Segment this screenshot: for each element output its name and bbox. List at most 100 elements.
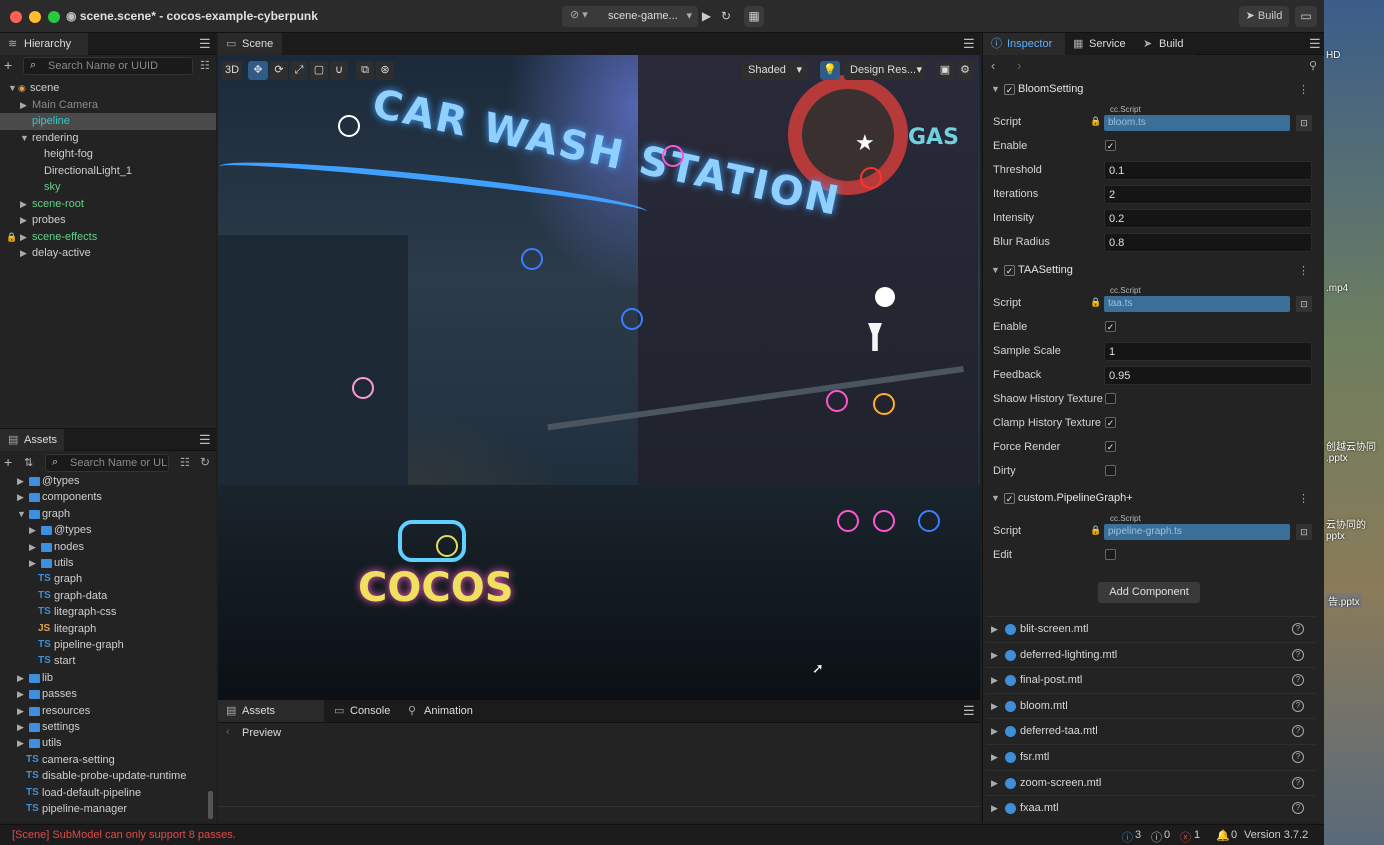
close-window-button[interactable] xyxy=(10,11,22,23)
hamburger-menu-icon[interactable]: ☰ xyxy=(199,36,211,52)
asset-item[interactable]: TS start xyxy=(0,653,216,670)
more-vertical-icon[interactable]: ⋮ xyxy=(1298,264,1309,277)
chevron-right-icon[interactable]: ▶ xyxy=(991,726,998,737)
taa-enabled-checkbox[interactable]: ✓ xyxy=(1004,265,1015,276)
build-button[interactable]: ➤ Build xyxy=(1239,6,1289,27)
forward-arrow-icon[interactable]: › xyxy=(1017,58,1021,73)
bloom-enabled-checkbox[interactable]: ✓ xyxy=(1004,84,1015,95)
chevron-right-icon[interactable]: ▶ xyxy=(20,97,27,113)
light-gizmo-icon[interactable] xyxy=(873,393,895,415)
asset-item[interactable]: TS load-default-pipeline xyxy=(0,785,216,802)
add-asset-icon[interactable]: + xyxy=(4,454,12,470)
chevron-right-icon[interactable]: ▶ xyxy=(20,245,27,261)
chevron-right-icon[interactable]: ▶ xyxy=(17,489,24,505)
asset-item[interactable]: TS litegraph-css xyxy=(0,604,216,621)
asset-item[interactable]: ▶ resources xyxy=(0,703,216,720)
light-gizmo-icon[interactable] xyxy=(873,510,895,532)
help-icon[interactable]: ? xyxy=(1292,776,1304,789)
chevron-right-icon[interactable]: ▶ xyxy=(991,650,998,661)
locate-asset-icon[interactable]: ⊡ xyxy=(1296,524,1312,540)
back-arrow-icon[interactable]: ‹ xyxy=(991,58,995,73)
chevron-right-icon[interactable]: ▶ xyxy=(991,701,998,712)
taa-sample-scale-input[interactable]: 1 xyxy=(1104,342,1312,361)
add-component-button[interactable]: Add Component xyxy=(1098,582,1200,603)
chevron-right-icon[interactable]: ▶ xyxy=(17,670,24,686)
chevron-right-icon[interactable]: ▶ xyxy=(29,522,36,538)
pipeline-graph-enabled-checkbox[interactable]: ✓ xyxy=(1004,493,1015,504)
light-gizmo-icon[interactable] xyxy=(662,145,684,167)
local-global-icon[interactable]: ⊛ xyxy=(376,61,394,80)
error-icon[interactable]: ⓧ xyxy=(1180,829,1191,845)
taa-component-header[interactable]: ▼ ✓ TAASetting ⋮ xyxy=(986,261,1316,281)
light-gizmo-icon[interactable] xyxy=(436,535,458,557)
taa-clamp-history-checkbox[interactable]: ✓ xyxy=(1105,417,1116,428)
help-icon[interactable]: ? xyxy=(1292,751,1304,763)
qr-preview-icon[interactable]: ▦ xyxy=(744,6,764,27)
asset-item[interactable]: ▶ @types xyxy=(0,522,216,539)
mode-3d-button[interactable]: 3D xyxy=(222,61,242,80)
tab-hierarchy[interactable]: ≋ Hierarchy xyxy=(0,33,88,55)
bloom-iterations-input[interactable]: 2 xyxy=(1104,185,1312,204)
chevron-right-icon[interactable]: ▶ xyxy=(17,473,24,489)
material-asset-row[interactable]: ▶ bloom.mtl? xyxy=(986,692,1316,718)
sort-icon[interactable]: ⇅ xyxy=(24,456,33,469)
material-asset-row[interactable]: ▶ fxaa.mtl? xyxy=(986,795,1316,820)
bloom-enable-checkbox[interactable]: ✓ xyxy=(1105,140,1116,151)
tab-inspector[interactable]: ⓘ Inspector xyxy=(983,33,1065,55)
light-gizmo-icon[interactable] xyxy=(621,308,643,330)
chevron-right-icon[interactable]: ▶ xyxy=(29,539,36,555)
hamburger-menu-icon[interactable]: ☰ xyxy=(199,432,211,448)
rect-tool-icon[interactable]: ▢ xyxy=(310,61,328,80)
material-asset-row[interactable]: ▶ deferred-taa.mtl? xyxy=(986,718,1316,743)
hamburger-menu-icon[interactable]: ☰ xyxy=(963,703,975,719)
chevron-right-icon[interactable]: ▶ xyxy=(17,735,24,751)
asset-item[interactable]: ▶ nodes xyxy=(0,539,216,556)
chevron-down-icon[interactable]: ▼ xyxy=(991,84,1000,94)
light-gizmo-icon[interactable] xyxy=(352,377,374,399)
camera-icon[interactable]: ▣ xyxy=(936,61,954,80)
chevron-right-icon[interactable]: ▶ xyxy=(17,703,24,719)
pin-icon[interactable]: ⚲ xyxy=(1309,59,1317,72)
light-gizmo-icon[interactable] xyxy=(837,510,859,532)
asset-item[interactable]: TS camera-setting xyxy=(0,752,216,769)
chevron-down-icon[interactable]: ▼ xyxy=(991,265,1000,275)
tab-scene[interactable]: ▭ Scene xyxy=(218,33,282,55)
asset-item[interactable]: ▶ settings xyxy=(0,719,216,736)
taa-force-render-checkbox[interactable]: ✓ xyxy=(1105,441,1116,452)
lock-icon[interactable]: 🔒 xyxy=(6,229,17,245)
asset-item[interactable]: TS graph-data xyxy=(0,588,216,605)
material-asset-row[interactable]: ▶ final-post.mtl? xyxy=(986,667,1316,692)
help-icon[interactable]: ? xyxy=(1292,648,1304,661)
desktop-file-label[interactable]: 告.pptx xyxy=(1326,593,1362,608)
add-node-icon[interactable]: + xyxy=(4,57,12,73)
taa-shaow-history-checkbox[interactable] xyxy=(1105,393,1116,404)
asset-item[interactable]: JS litegraph xyxy=(0,621,216,638)
tab-assets[interactable]: ▤ Assets xyxy=(0,429,64,451)
info-icon[interactable]: ⓘ xyxy=(1122,829,1133,845)
scene-selector[interactable]: ⊘ ▾ scene-game... ▾ xyxy=(562,6,698,27)
taa-enable-checkbox[interactable]: ✓ xyxy=(1105,321,1116,332)
chevron-right-icon[interactable]: ▶ xyxy=(17,686,24,702)
chevron-down-icon[interactable]: ▼ xyxy=(20,130,29,146)
hierarchy-node[interactable]: ▶ probes xyxy=(0,212,216,229)
asset-item[interactable]: TS graph xyxy=(0,571,216,588)
tab-console[interactable]: ▭ Console xyxy=(326,700,396,722)
chevron-down-icon[interactable]: ▼ xyxy=(17,506,26,522)
asset-item[interactable]: ▶ utils xyxy=(0,735,216,752)
asset-item[interactable]: ▶ components xyxy=(0,489,216,506)
assets-search-input[interactable]: ⌕ Search Name or UL xyxy=(45,454,169,472)
bloom-component-header[interactable]: ▼ ✓ BloomSetting ⋮ xyxy=(986,80,1316,100)
tab-animation[interactable]: ⚲ Animation xyxy=(400,700,484,722)
asset-item[interactable]: TS disable-probe-update-runtime xyxy=(0,768,216,785)
asset-item[interactable]: ▶ @types xyxy=(0,473,216,490)
more-vertical-icon[interactable]: ⋮ xyxy=(1298,492,1309,505)
pipeline-graph-script-field[interactable]: pipeline-graph.ts xyxy=(1104,524,1290,540)
taa-dirty-checkbox[interactable] xyxy=(1105,465,1116,476)
chevron-right-icon[interactable]: ▶ xyxy=(991,675,998,686)
scale-tool-icon[interactable]: ⤢ xyxy=(290,61,308,80)
light-gizmo-icon[interactable] xyxy=(338,115,360,137)
minimize-window-button[interactable] xyxy=(29,11,41,23)
chevron-right-icon[interactable]: ▶ xyxy=(991,803,998,814)
light-gizmo-icon[interactable] xyxy=(860,167,882,189)
forward-arrow-icon[interactable]: › xyxy=(246,726,250,738)
